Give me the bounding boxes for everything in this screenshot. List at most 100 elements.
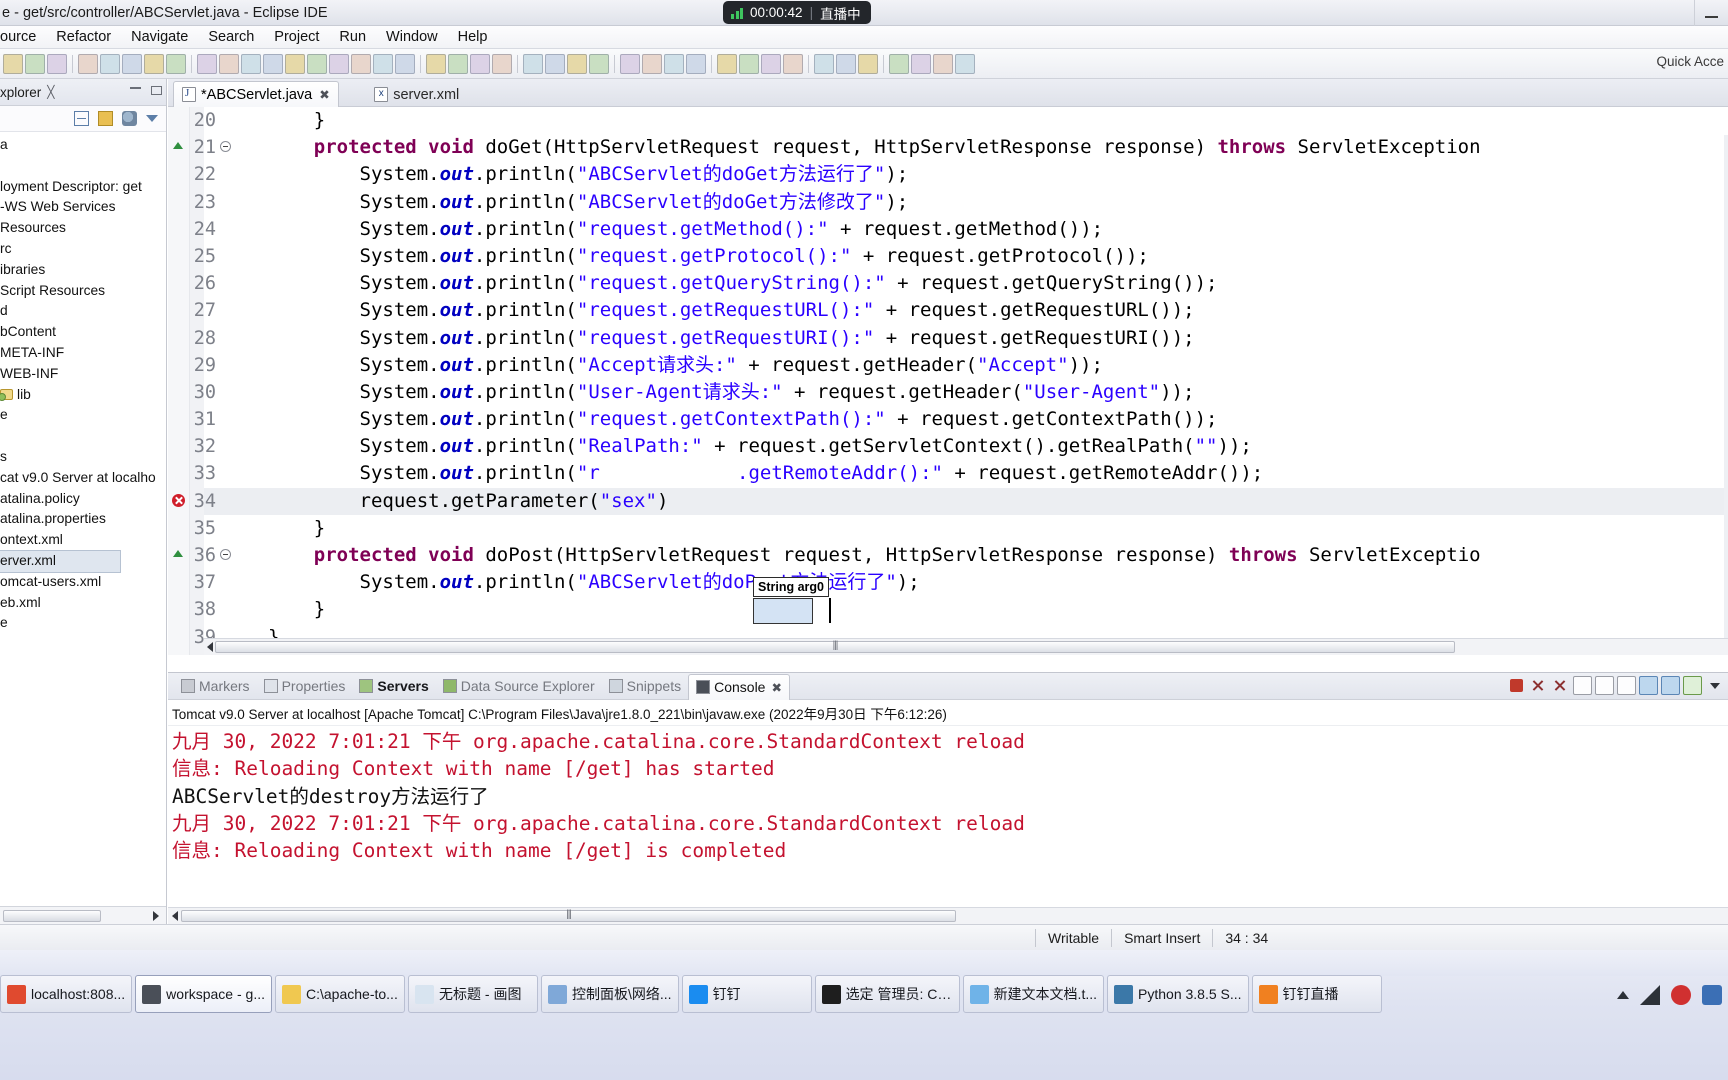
menu-item-project[interactable]: Project: [264, 29, 329, 45]
tree-item[interactable]: bContent: [0, 322, 166, 343]
code-line[interactable]: 30 System.out.println("User-Agent请求头:" +…: [168, 379, 1728, 406]
bottom-tab-data-source-explorer[interactable]: Data Source Explorer: [436, 674, 602, 699]
bottom-tab-snippets[interactable]: Snippets: [602, 674, 688, 699]
code-line[interactable]: 38 }: [168, 596, 1728, 623]
tree-item[interactable]: loyment Descriptor: get: [0, 177, 166, 198]
toolbar-button-22[interactable]: [492, 53, 512, 74]
toolbar-button-10[interactable]: [219, 53, 239, 74]
toolbar-button-5[interactable]: [100, 53, 120, 74]
word-wrap-icon[interactable]: [1661, 676, 1680, 695]
explorer-horizontal-scrollbar[interactable]: [0, 906, 166, 924]
menu-item-refactor[interactable]: Refactor: [46, 29, 121, 45]
menu-item-help[interactable]: Help: [448, 29, 498, 45]
code-line[interactable]: 29 System.out.println("Accept请求头:" + req…: [168, 352, 1728, 379]
scroll-left-icon[interactable]: [172, 911, 178, 921]
remove-launch-icon[interactable]: [1529, 676, 1548, 695]
menu-item-run[interactable]: Run: [329, 29, 376, 45]
editor-vertical-scrollbar[interactable]: [1724, 135, 1728, 655]
code-line[interactable]: 24 System.out.println("request.getMethod…: [168, 216, 1728, 243]
taskbar-button-3[interactable]: C:\apache-to...: [275, 975, 405, 1013]
code-lines[interactable]: 20 } 21 protected void doGet(HttpServletR…: [168, 107, 1728, 655]
taskbar-button-6[interactable]: 钉钉: [681, 975, 812, 1013]
tree-item[interactable]: Resources: [0, 218, 166, 239]
code-line[interactable]: 23 System.out.println("ABCServlet的doGet方…: [168, 189, 1728, 216]
toolbar-button-26[interactable]: [589, 53, 609, 74]
tray-arrow-icon[interactable]: [1617, 991, 1629, 999]
minimize-button[interactable]: [1694, 0, 1728, 26]
scrollbar-thumb[interactable]: [215, 641, 1455, 653]
toolbar-button-3[interactable]: [47, 53, 67, 74]
menu-item-navigate[interactable]: Navigate: [121, 29, 198, 45]
tree-item[interactable]: atalina.properties: [0, 509, 166, 530]
tray-input-icon[interactable]: [1702, 985, 1722, 1005]
toolbar-button-23[interactable]: [523, 53, 543, 74]
tree-item[interactable]: a: [0, 135, 166, 156]
taskbar-button-2[interactable]: workspace - g...: [135, 975, 272, 1013]
bottom-tab-markers[interactable]: Markers: [174, 674, 257, 699]
toolbar-button-34[interactable]: [783, 53, 803, 74]
display-selected-console-icon[interactable]: [1683, 676, 1702, 695]
taskbar-button-10[interactable]: 钉钉直播: [1251, 975, 1382, 1013]
code-view[interactable]: 20 } 21 protected void doGet(HttpServletR…: [168, 107, 1728, 655]
taskbar-button-4[interactable]: 无标题 - 画图: [408, 975, 538, 1013]
code-line[interactable]: 32 System.out.println("RealPath:" + requ…: [168, 433, 1728, 460]
tree-item[interactable]: ontext.xml: [0, 530, 166, 551]
fold-collapse-icon[interactable]: [220, 549, 231, 560]
toolbar-button-2[interactable]: [25, 53, 45, 74]
toolbar-button-1[interactable]: [3, 53, 23, 74]
tree-item[interactable]: ibraries: [0, 260, 166, 281]
toolbar-button-15[interactable]: [329, 53, 349, 74]
bottom-tab-servers[interactable]: Servers: [352, 674, 435, 699]
toolbar-button-37[interactable]: [858, 53, 878, 74]
code-line[interactable]: 33 System.out.println("r .getRemoteAddr(…: [168, 460, 1728, 487]
code-line[interactable]: 27 System.out.println("request.getReques…: [168, 297, 1728, 324]
toolbar-button-30[interactable]: [686, 53, 706, 74]
bottom-tab-properties[interactable]: Properties: [257, 674, 353, 699]
new-console-view-icon[interactable]: [1595, 676, 1614, 695]
toolbar-button-32[interactable]: [739, 53, 759, 74]
tree-item[interactable]: s: [0, 447, 166, 468]
view-menu-icon[interactable]: [122, 111, 137, 126]
toolbar-button-19[interactable]: [426, 53, 446, 74]
scrollbar-thumb[interactable]: [181, 910, 956, 922]
taskbar-button-1[interactable]: localhost:808...: [0, 975, 133, 1013]
tree-item[interactable]: lib: [0, 385, 166, 406]
close-icon[interactable]: ╳: [47, 85, 54, 99]
toolbar-button-28[interactable]: [642, 53, 662, 74]
tray-network-icon[interactable]: [1640, 985, 1660, 1005]
scroll-lock-icon[interactable]: [1639, 676, 1658, 695]
code-line[interactable]: 28 System.out.println("request.getReques…: [168, 325, 1728, 352]
tree-item[interactable]: cat v9.0 Server at localho: [0, 468, 166, 489]
view-dropdown-icon[interactable]: [146, 115, 158, 122]
toolbar-button-11[interactable]: [241, 53, 261, 74]
menu-item-ource[interactable]: ource: [0, 29, 46, 45]
code-line[interactable]: 35 }: [168, 515, 1728, 542]
close-icon[interactable]: ✖: [319, 87, 329, 102]
toolbar-button-41[interactable]: [955, 53, 975, 74]
toolbar-button-29[interactable]: [664, 53, 684, 74]
toolbar-button-13[interactable]: [285, 53, 305, 74]
editor-horizontal-scrollbar[interactable]: [204, 638, 1728, 655]
live-stream-badge[interactable]: 00:00:42 | 直播中: [723, 1, 871, 24]
toolbar-button-27[interactable]: [620, 53, 640, 74]
close-icon[interactable]: ✖: [771, 680, 781, 695]
console-output[interactable]: 九月 30, 2022 7:01:21 下午 org.apache.catali…: [168, 726, 1728, 864]
code-line[interactable]: 36 protected void doPost(HttpServletRequ…: [168, 542, 1728, 569]
minimize-panel-icon[interactable]: [130, 86, 141, 89]
remove-all-terminated-icon[interactable]: [1551, 676, 1570, 695]
toolbar-button-4[interactable]: [78, 53, 98, 74]
taskbar-button-7[interactable]: 选定 管理员: C:...: [814, 975, 960, 1013]
toolbar-button-33[interactable]: [761, 53, 781, 74]
toolbar-button-18[interactable]: [395, 53, 415, 74]
quick-access-field[interactable]: Quick Acce: [1656, 54, 1724, 69]
toolbar-button-12[interactable]: [263, 53, 283, 74]
scroll-right-icon[interactable]: [153, 910, 159, 921]
toolbar-button-9[interactable]: [197, 53, 217, 74]
maximize-panel-icon[interactable]: [151, 86, 162, 95]
open-console-icon[interactable]: [1573, 676, 1592, 695]
taskbar-button-8[interactable]: 新建文本文档.t...: [962, 975, 1105, 1013]
code-line[interactable]: 37 System.out.println("ABCServlet的doPost…: [168, 569, 1728, 596]
pin-console-icon[interactable]: [1617, 676, 1636, 695]
project-explorer-tab[interactable]: xplorer ╳: [0, 79, 166, 106]
code-line[interactable]: 20 }: [168, 107, 1728, 134]
